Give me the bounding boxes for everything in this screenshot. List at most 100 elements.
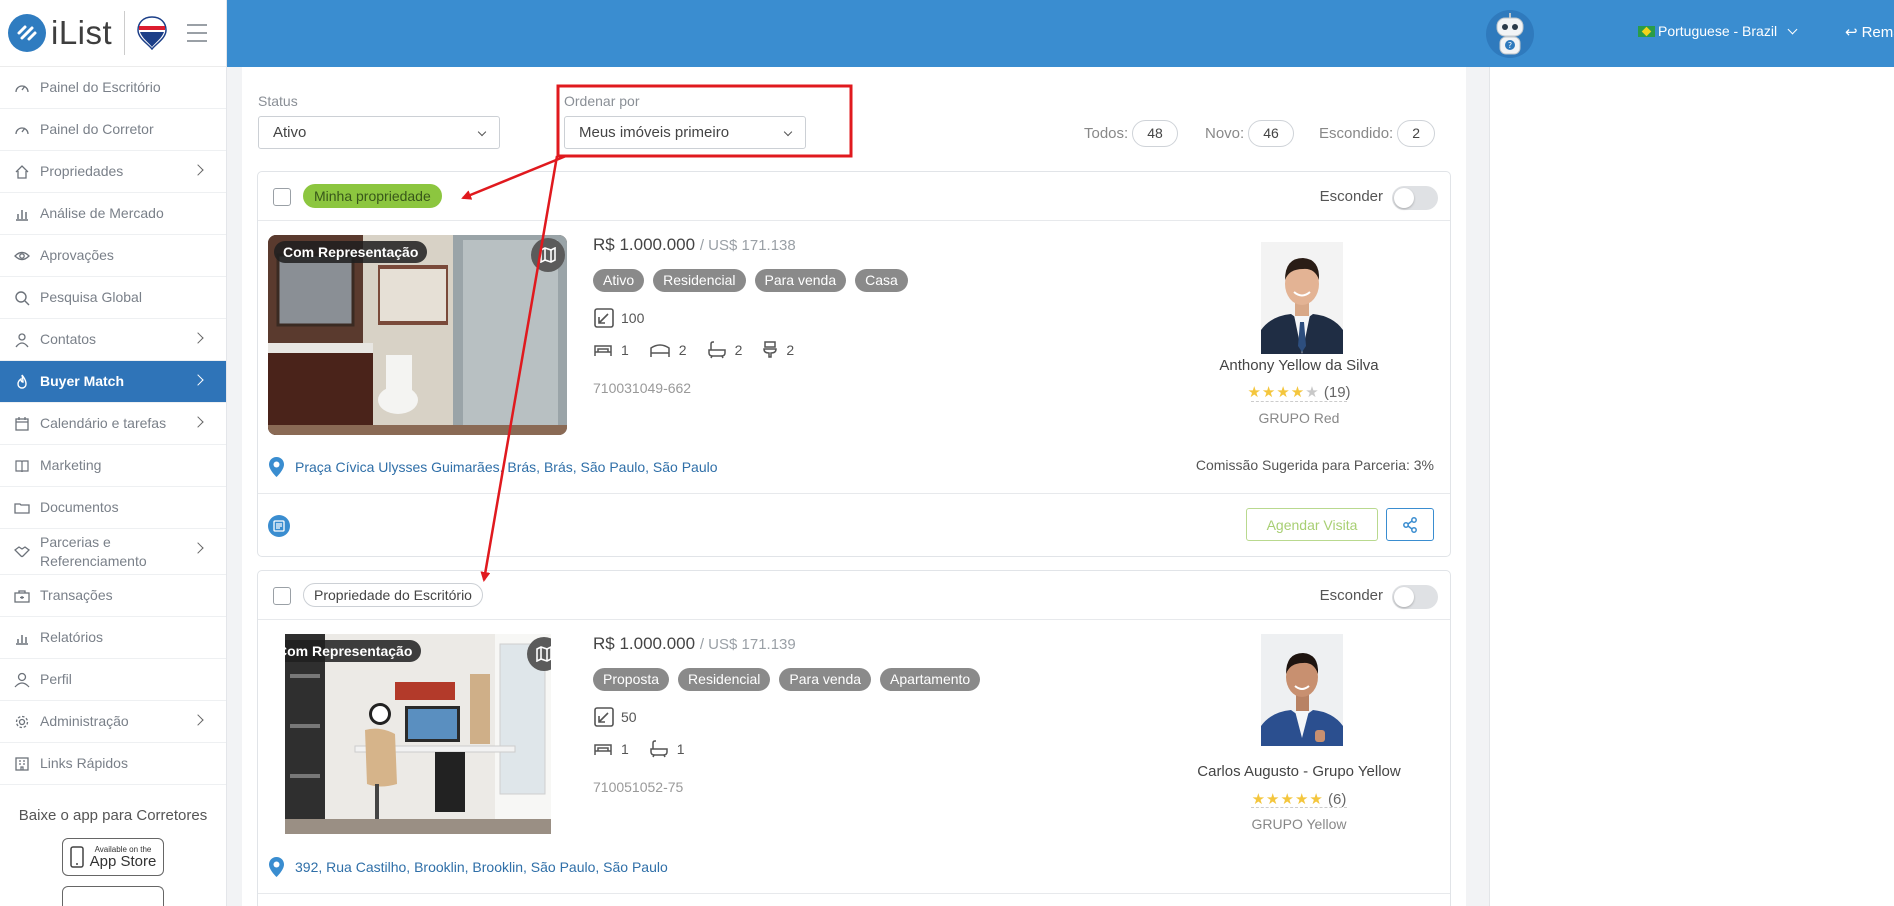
sidebar-item-pesquisa-global[interactable]: Pesquisa Global: [0, 277, 226, 319]
sidebar-item-calendario-e-tarefas[interactable]: Calendário e tarefas: [0, 403, 226, 445]
sidebar-item-relatorios[interactable]: Relatórios: [0, 617, 226, 659]
brand-bar: iList: [0, 0, 226, 67]
toilets-value: 2: [786, 342, 795, 358]
brand-name[interactable]: iList: [51, 14, 112, 52]
count-new-value: 46: [1248, 120, 1294, 147]
order-select[interactable]: Meus imóveis primeiro: [564, 116, 806, 149]
sidebar-item-label: Painel do Corretor: [40, 121, 154, 137]
agent-photo[interactable]: [1261, 634, 1343, 746]
bathrooms-value: 1: [676, 741, 685, 757]
contacts-icon: [14, 332, 30, 348]
user-email: Remax\anthony@remax.com.br: [1861, 23, 1894, 41]
calendar-icon: [14, 416, 30, 432]
count-all-value: 48: [1132, 120, 1178, 147]
sidebar-item-label: Pesquisa Global: [40, 289, 142, 305]
agent-group: GRUPO Yellow: [1179, 807, 1419, 832]
location-pin-icon: [269, 457, 284, 477]
bed-icon: [594, 345, 612, 356]
home-icon: [14, 164, 30, 180]
hide-toggle[interactable]: [1392, 585, 1438, 609]
sidebar-item-buyer-match[interactable]: Buyer Match: [0, 361, 226, 403]
share-button[interactable]: [1386, 508, 1434, 541]
bathrooms-value: 2: [734, 342, 743, 358]
status-chips: Proposta Residencial Para venda Apartame…: [593, 668, 989, 691]
status-select[interactable]: Ativo: [258, 116, 500, 149]
sidebar-item-label: Parcerias e Referenciamento: [40, 533, 147, 569]
representation-badge: Com Representação: [285, 640, 422, 662]
order-value: Meus imóveis primeiro: [579, 124, 730, 141]
sidebar-item-links-rapidos[interactable]: Links Rápidos: [0, 743, 226, 785]
menu-toggle-icon[interactable]: [187, 24, 208, 42]
sidebar-item-documentos[interactable]: Documentos: [0, 487, 226, 529]
map-icon[interactable]: [531, 238, 565, 272]
sidebar-item-label: Análise de Mercado: [40, 205, 164, 221]
agent-name[interactable]: Anthony Yellow da Silva: [1179, 357, 1419, 374]
sidebar-item-aprovacoes[interactable]: Aprovações: [0, 235, 226, 277]
agent-rating: ★★★★★ (6): [1179, 790, 1419, 808]
sidebar: iList Painel do Escritório Painel do Corr…: [0, 0, 227, 906]
sidebar-item-painel-do-corretor[interactable]: Painel do Corretor: [0, 109, 226, 151]
hide-label: Esconder: [1319, 587, 1383, 604]
sidebar-item-painel-do-escritorio[interactable]: Painel do Escritório: [0, 67, 226, 109]
agent-name[interactable]: Carlos Augusto - Grupo Yellow: [1179, 763, 1419, 780]
location-pin-icon: [269, 857, 284, 877]
top-bar: ? Portuguese - Brazil ↩ Remax\anthony@re…: [227, 0, 1894, 67]
sidebar-item-propriedades[interactable]: Propriedades: [0, 151, 226, 193]
count-new-label: Novo:: [1205, 125, 1245, 142]
sidebar-item-administracao[interactable]: Administração: [0, 701, 226, 743]
sidebar-item-label: Propriedades: [40, 163, 124, 179]
category-chip: Residencial: [678, 668, 771, 691]
order-label: Ordenar por: [564, 93, 640, 109]
ilist-logo-icon[interactable]: [8, 14, 46, 52]
user-account[interactable]: ↩ Remax\anthony@remax.com.br: [1845, 23, 1894, 42]
select-checkbox[interactable]: [273, 587, 291, 605]
area-value: 50: [621, 709, 637, 725]
sidebar-item-contatos[interactable]: Contatos: [0, 319, 226, 361]
sidebar-item-transacoes[interactable]: Transações: [0, 575, 226, 617]
hide-toggle[interactable]: [1392, 186, 1438, 210]
property-photo[interactable]: Com Representação: [285, 634, 551, 834]
bedrooms: 1: [593, 342, 629, 358]
sidebar-item-label: Contatos: [40, 331, 97, 347]
sidebar-item-analise-de-mercado[interactable]: Análise de Mercado: [0, 193, 226, 235]
rating-count: (6): [1328, 791, 1347, 808]
property-photo[interactable]: Com Representação: [268, 235, 567, 435]
address-link[interactable]: 392, Rua Castilho, Brooklin, Brooklin, S…: [268, 856, 668, 878]
chevron-right-icon: [192, 164, 204, 176]
document-icon[interactable]: [268, 515, 290, 537]
listing-card-header: Minha propriedade Esconder: [258, 172, 1450, 221]
representation-badge: Com Representação: [274, 241, 428, 263]
assistant-robot-icon[interactable]: ?: [1485, 8, 1535, 60]
user-icon: [14, 672, 30, 688]
select-checkbox[interactable]: [273, 188, 291, 206]
handshake-icon: [14, 544, 30, 560]
status-chips: Ativo Residencial Para venda Casa: [593, 269, 917, 292]
listing-card: Minha propriedade Esconder Com Represent: [257, 171, 1451, 557]
schedule-visit-button[interactable]: Agendar Visita: [1246, 508, 1378, 541]
count-new[interactable]: Novo: 46: [1205, 120, 1294, 147]
sidebar-item-label: Perfil: [40, 671, 72, 687]
building-icon: [14, 756, 30, 772]
transaction-chip: Para venda: [779, 668, 872, 691]
language-selector[interactable]: Portuguese - Brazil: [1638, 23, 1798, 39]
sidebar-item-parcerias-e-referenciamento[interactable]: Parcerias e Referenciamento: [0, 529, 226, 575]
agent-photo[interactable]: [1261, 242, 1343, 354]
app-promo: Baixe o app para Corretores Available on…: [0, 785, 226, 906]
count-hidden[interactable]: Escondido: 2: [1319, 120, 1436, 147]
report-icon: [14, 630, 30, 646]
sidebar-item-label: Transações: [40, 587, 113, 603]
google-play-button[interactable]: [62, 886, 164, 906]
address-text: 392, Rua Castilho, Brooklin, Brooklin, S…: [295, 859, 668, 875]
type-chip: Apartamento: [880, 668, 981, 691]
app-store-button[interactable]: Available on the App Store: [62, 838, 164, 876]
category-chip: Residencial: [653, 269, 746, 292]
count-all[interactable]: Todos: 48: [1084, 120, 1178, 147]
gauge-icon: [14, 122, 30, 138]
rating-stars: ★★★★★: [1247, 384, 1320, 401]
address-link[interactable]: Praça Cívica Ulysses Guimarães, Brás, Br…: [268, 456, 718, 478]
area-value: 100: [621, 310, 645, 326]
sidebar-item-marketing[interactable]: Marketing: [0, 445, 226, 487]
return-icon: ↩: [1845, 24, 1858, 41]
sidebar-item-perfil[interactable]: Perfil: [0, 659, 226, 701]
bedrooms: 1: [593, 741, 629, 757]
